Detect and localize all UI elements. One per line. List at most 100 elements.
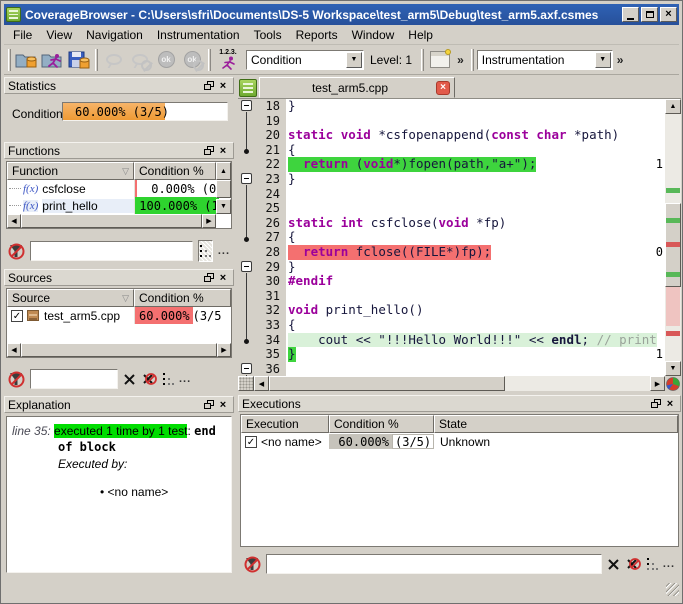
toolbar-overflow-chevron[interactable]: »	[457, 53, 464, 67]
scroll-left-button[interactable]: ◀	[254, 376, 269, 391]
execution-row[interactable]: ✓<no name>60.000%(3/5)Unknown	[241, 433, 678, 450]
tree-view-toggle-button[interactable]	[198, 240, 213, 262]
function-row[interactable]: f(x)print_hello100.000% (1	[7, 197, 231, 214]
scroll-down-button[interactable]: ▼	[665, 361, 681, 376]
scrollbar-thumb[interactable]	[269, 376, 505, 391]
execution-checkbox[interactable]: ✓	[245, 436, 257, 448]
column-header-state[interactable]: State	[434, 415, 678, 433]
menu-tools[interactable]: Tools	[247, 26, 289, 44]
filter-disabled-icon[interactable]	[8, 371, 25, 388]
menu-reports[interactable]: Reports	[289, 26, 345, 44]
column-header-source[interactable]: Source▽	[7, 289, 134, 307]
source-list-icon[interactable]	[239, 79, 257, 97]
new-window-button[interactable]	[427, 48, 453, 72]
scroll-right-button[interactable]: ▶	[217, 343, 231, 357]
scroll-right-button[interactable]: ▶	[650, 376, 665, 391]
scrollbar-thumb[interactable]	[21, 343, 217, 357]
clear-filter-disabled-button[interactable]	[141, 371, 157, 387]
clear-filter-button[interactable]	[123, 373, 136, 386]
functions-filter-input[interactable]	[30, 241, 193, 261]
function-row[interactable]: f(x)csfclose0.000% (0	[7, 180, 231, 197]
tab-test-arm5-cpp[interactable]: test_arm5.cpp ×	[259, 77, 455, 98]
menu-help[interactable]: Help	[401, 26, 440, 44]
scroll-left-button[interactable]: ◀	[7, 214, 21, 228]
close-panel-button[interactable]: ×	[663, 397, 677, 410]
float-panel-button[interactable]	[202, 271, 216, 284]
source-checkbox[interactable]: ✓	[11, 310, 23, 322]
scroll-left-button[interactable]: ◀	[7, 343, 21, 357]
executions-filter-input[interactable]	[266, 554, 602, 574]
toolbar-handle[interactable]	[471, 49, 474, 71]
scroll-right-button[interactable]: ▶	[202, 214, 216, 228]
panel-title: Explanation	[8, 398, 202, 412]
column-header-execution[interactable]: Execution	[241, 415, 329, 433]
scroll-up-button[interactable]: ▲	[216, 162, 231, 180]
scroll-up-button[interactable]: ▲	[665, 99, 681, 114]
column-header-condition[interactable]: Condition %	[134, 162, 216, 180]
close-panel-button[interactable]: ×	[216, 144, 230, 157]
sources-hscrollbar[interactable]: ◀ ▶	[7, 343, 231, 357]
splitter-grip[interactable]	[238, 376, 254, 391]
open-coverage-file-button[interactable]	[14, 48, 40, 72]
resize-grip[interactable]	[666, 583, 679, 596]
close-button[interactable]: ×	[660, 7, 677, 22]
float-panel-button[interactable]	[202, 144, 216, 157]
column-header-condition[interactable]: Condition %	[134, 289, 231, 307]
menu-instrumentation[interactable]: Instrumentation	[150, 26, 247, 44]
toolbar-overflow-chevron[interactable]: »	[617, 53, 624, 67]
line-number: 31	[256, 289, 286, 304]
open-execution-button[interactable]	[40, 48, 66, 72]
tree-view-toggle-button[interactable]	[646, 558, 658, 570]
float-panel-button[interactable]	[202, 398, 216, 411]
close-panel-button[interactable]: ×	[216, 271, 230, 284]
float-panel-button[interactable]	[202, 79, 216, 92]
scrollbar-thumb[interactable]	[21, 214, 202, 228]
tab-close-button[interactable]: ×	[436, 81, 450, 95]
statistics-panel-header: Statistics ×	[4, 77, 234, 94]
editor-hscrollbar[interactable]: ◀ ▶	[238, 376, 681, 391]
coverage-level-combobox[interactable]: Condition ▼	[246, 50, 364, 70]
float-panel-button[interactable]	[649, 397, 663, 410]
chevron-down-icon[interactable]: ▼	[346, 52, 362, 68]
clear-filter-disabled-button[interactable]	[625, 556, 641, 572]
menu-navigation[interactable]: Navigation	[79, 26, 150, 44]
functions-vscrollbar[interactable]: ▼	[216, 180, 231, 214]
menu-window[interactable]: Window	[345, 26, 402, 44]
clear-filter-button[interactable]	[607, 558, 620, 571]
fold-marker-icon[interactable]	[238, 362, 256, 376]
mode-combobox[interactable]: Instrumentation ▼	[477, 50, 613, 70]
menu-view[interactable]: View	[39, 26, 79, 44]
minimize-button[interactable]	[622, 7, 639, 22]
sources-filter-input[interactable]	[30, 369, 118, 389]
toolbar-handle[interactable]	[8, 49, 11, 71]
chevron-down-icon[interactable]: ▼	[595, 52, 611, 68]
filter-disabled-icon[interactable]	[244, 556, 261, 573]
scrollbar-coverage-mark	[666, 331, 680, 336]
coverage-pie-button[interactable]	[665, 376, 681, 391]
save-coverage-button[interactable]	[66, 48, 92, 72]
filter-disabled-icon[interactable]	[8, 243, 25, 260]
code-area[interactable]: 18}1920static void *csfopenappend(const …	[238, 99, 681, 376]
menu-file[interactable]: File	[6, 26, 39, 44]
filter-more-button[interactable]: ...	[663, 558, 675, 570]
tree-view-toggle-button[interactable]	[162, 373, 174, 385]
source-row[interactable]: ✓test_arm5.cpp60.000% (3/5	[7, 307, 231, 324]
mode-value: Instrumentation	[478, 53, 594, 67]
filter-more-button[interactable]: ...	[179, 373, 191, 385]
close-panel-button[interactable]: ×	[216, 398, 230, 411]
maximize-button[interactable]	[641, 7, 658, 22]
toolbar-handle[interactable]	[95, 49, 98, 71]
filter-more-button[interactable]: ...	[218, 245, 230, 257]
column-header-function[interactable]: Function▽	[7, 162, 134, 180]
close-panel-button[interactable]: ×	[216, 79, 230, 92]
fold-marker-icon[interactable]	[238, 260, 256, 275]
functions-hscrollbar[interactable]: ◀ ▶	[7, 214, 216, 228]
column-header-condition[interactable]: Condition %	[329, 415, 434, 433]
editor-vscrollbar[interactable]: ▲ ▼	[665, 99, 681, 376]
toolbar-handle[interactable]	[421, 49, 424, 71]
scrollbar-thumb[interactable]	[216, 180, 231, 198]
fold-marker-icon[interactable]	[238, 172, 256, 187]
toolbar-handle[interactable]	[208, 49, 211, 71]
fold-marker-icon[interactable]	[238, 99, 256, 114]
scroll-down-button[interactable]: ▼	[216, 199, 231, 214]
